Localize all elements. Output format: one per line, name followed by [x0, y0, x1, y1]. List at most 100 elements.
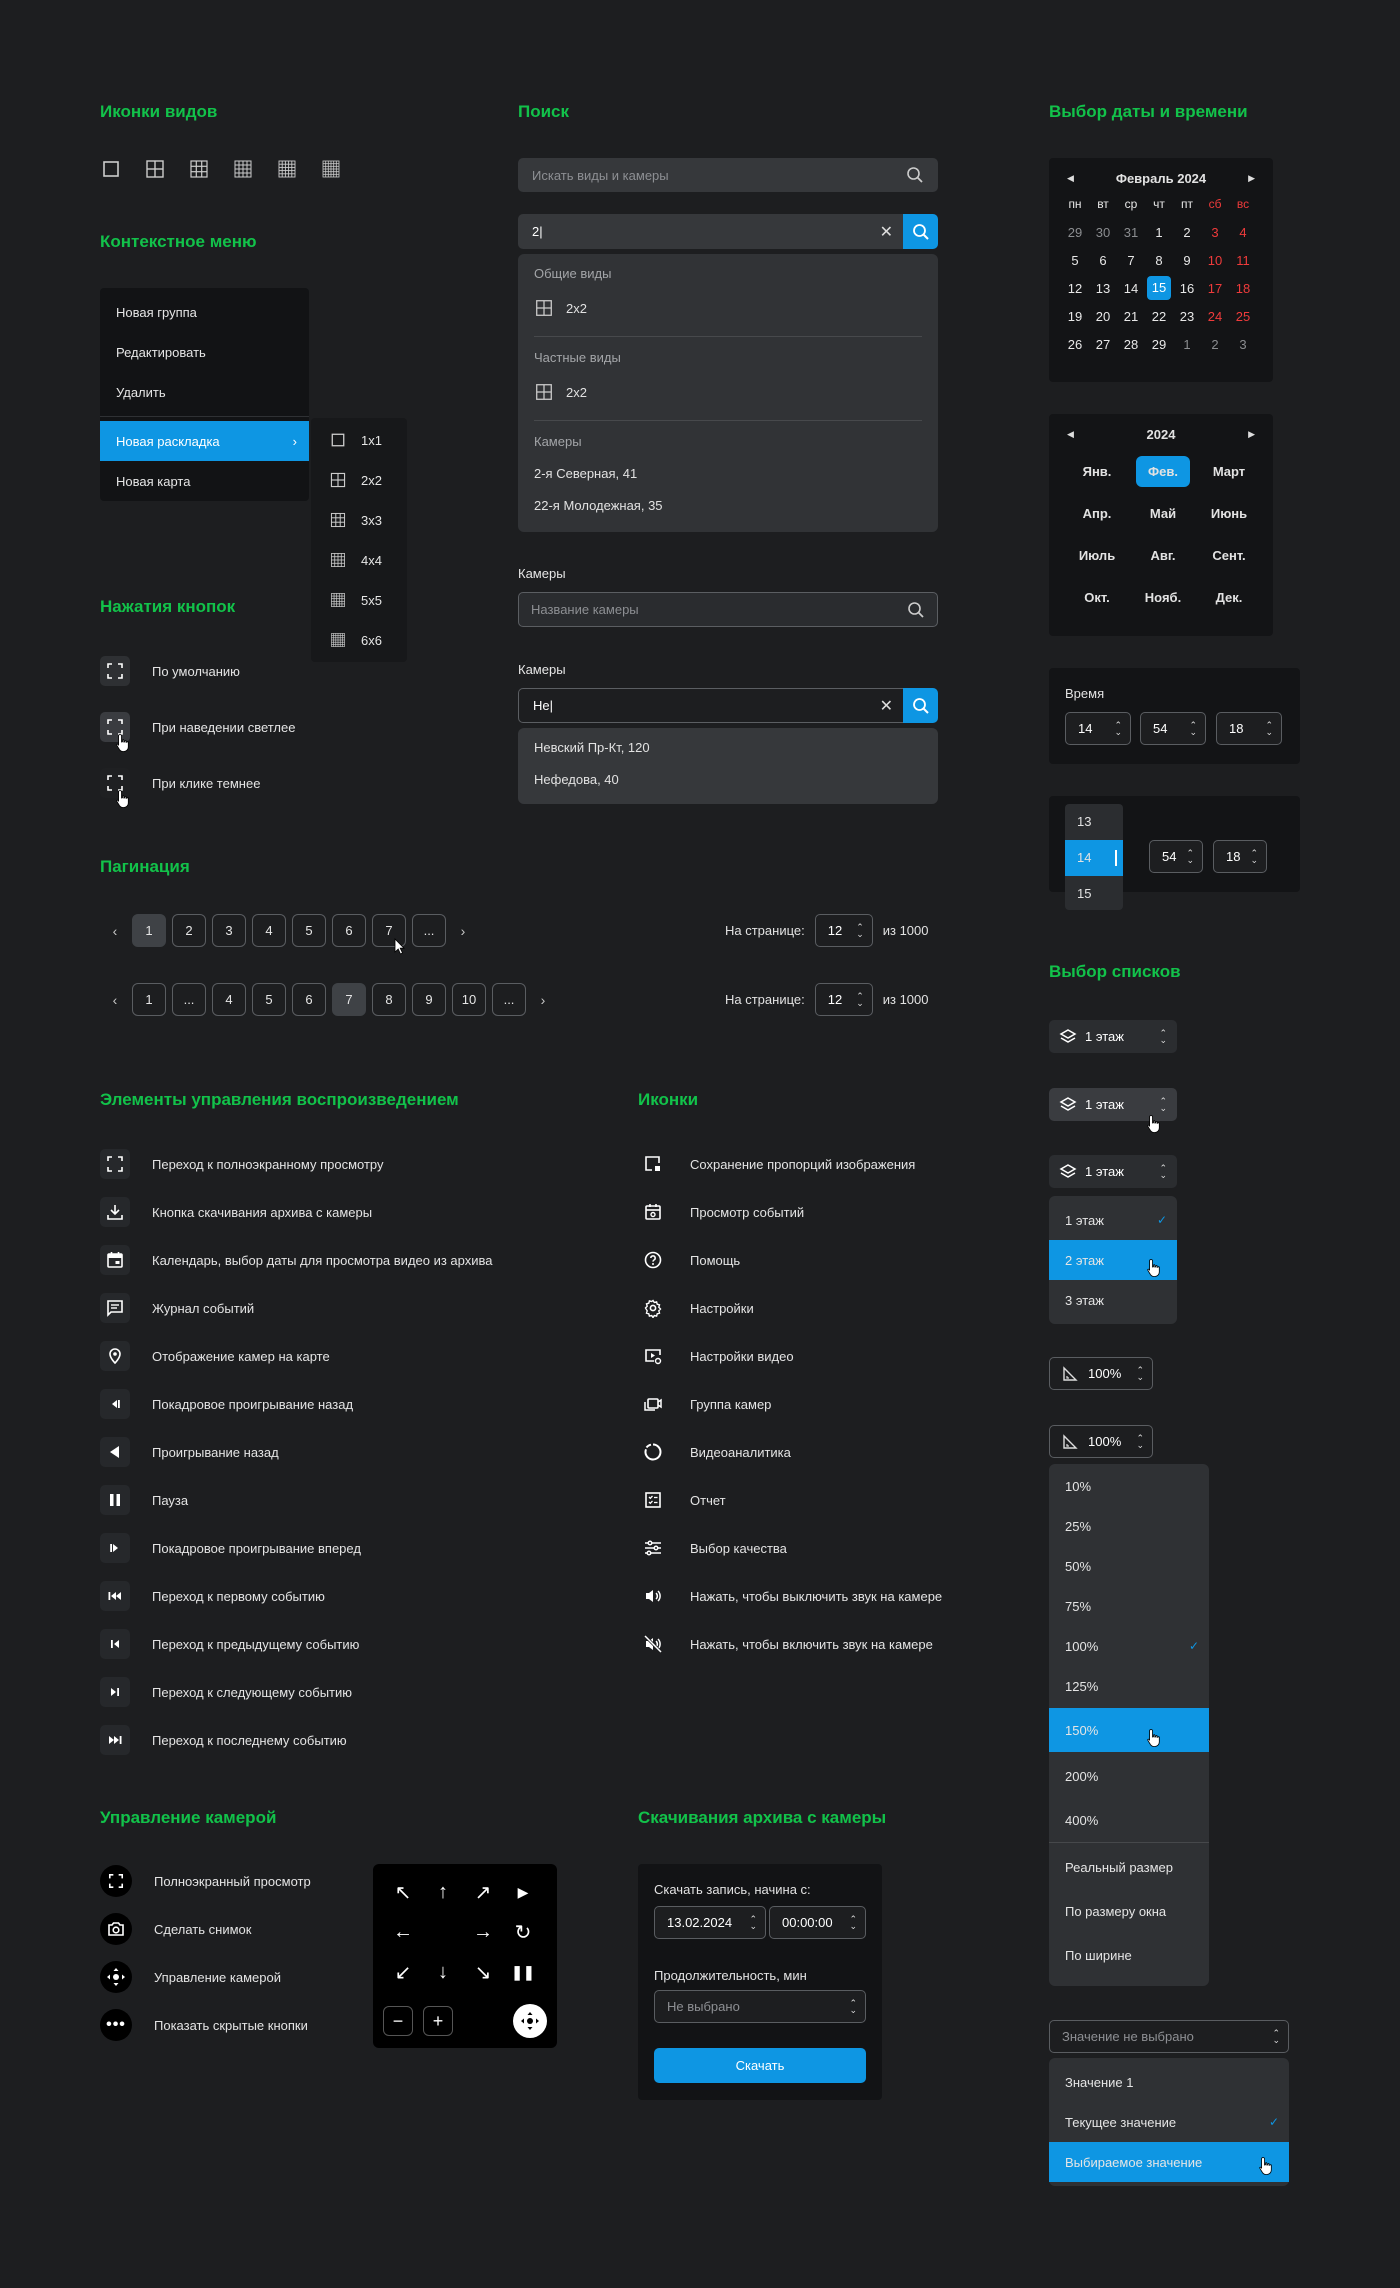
calendar-day[interactable]: 5 — [1061, 246, 1089, 274]
calendar-day[interactable]: 2 — [1173, 218, 1201, 246]
calendar-day[interactable]: 7 — [1117, 246, 1145, 274]
next-month-icon[interactable]: ▶ — [1248, 173, 1255, 184]
arrow-right-icon[interactable]: → — [465, 1914, 501, 1950]
menu-item-new-map[interactable]: Новая карта — [100, 461, 309, 501]
ptz-toggle-button[interactable] — [513, 2004, 547, 2038]
month-cell-selected[interactable]: Фев. — [1133, 450, 1193, 492]
arrow-left-icon[interactable]: ← — [385, 1914, 421, 1950]
video-settings-button[interactable] — [638, 1346, 668, 1366]
minutes-spinner[interactable]: 54 ⌃ ⌄ — [1149, 840, 1203, 873]
layout-5x5-icon[interactable] — [276, 158, 298, 180]
layout-6x6-icon[interactable] — [320, 158, 342, 180]
layout-3x3-icon[interactable] — [188, 158, 210, 180]
calendar-day[interactable]: 11 — [1229, 246, 1257, 274]
unmute-button[interactable] — [638, 1634, 668, 1654]
hours-option[interactable]: 13 — [1065, 804, 1123, 840]
calendar-day[interactable]: 12 — [1061, 274, 1089, 302]
arrow-up-icon[interactable]: ↑ — [425, 1874, 461, 1910]
calendar-day[interactable]: 31 — [1117, 218, 1145, 246]
floor-option[interactable]: 1 этаж ✓ — [1049, 1200, 1177, 1240]
analytics-button[interactable] — [638, 1442, 668, 1462]
calendar-day[interactable]: 8 — [1145, 246, 1173, 274]
submenu-item-4x4[interactable]: 4x4 — [311, 540, 407, 580]
zoom-select-open[interactable]: 100% ⌃ ⌄ — [1049, 1425, 1153, 1458]
camera-name-input[interactable]: Название камеры — [518, 592, 938, 627]
download-button[interactable] — [100, 1197, 130, 1227]
layout-1x1-icon[interactable] — [100, 158, 122, 180]
floor-select[interactable]: 1 этаж ⌃ ⌄ — [1049, 1020, 1177, 1053]
month-cell[interactable]: Сент. — [1199, 534, 1259, 576]
calendar-day[interactable]: 21 — [1117, 302, 1145, 330]
page-ellipsis[interactable]: ... — [412, 914, 446, 947]
month-cell[interactable]: Июнь — [1199, 492, 1259, 534]
page-ellipsis[interactable]: ... — [492, 983, 526, 1016]
arrow-down-left-icon[interactable]: ↙ — [385, 1954, 421, 1990]
first-event-button[interactable] — [100, 1581, 130, 1611]
mute-button[interactable] — [638, 1586, 668, 1606]
prev-page-icon[interactable]: ‹ — [104, 914, 126, 947]
calendar-day[interactable]: 30 — [1089, 218, 1117, 246]
submenu-item-6x6[interactable]: 6x6 — [311, 620, 407, 660]
zoom-in-icon[interactable]: + — [423, 2006, 453, 2036]
calendar-day-selected[interactable]: 15 — [1145, 274, 1173, 302]
menu-item-new-layout[interactable]: Новая раскладка › — [100, 421, 309, 461]
calendar-day[interactable]: 1 — [1173, 330, 1201, 358]
camera-group-button[interactable] — [638, 1394, 668, 1414]
calendar-day[interactable]: 10 — [1201, 246, 1229, 274]
page-button[interactable]: 5 — [292, 914, 326, 947]
camera-result[interactable]: Невский Пр-Кт, 120 — [534, 740, 650, 755]
archive-duration-select[interactable]: Не выбрано ⌃ ⌄ — [654, 1990, 866, 2023]
quality-button[interactable] — [638, 1538, 668, 1558]
page-button[interactable]: 4 — [252, 914, 286, 947]
calendar-day[interactable]: 25 — [1229, 302, 1257, 330]
submenu-item-3x3[interactable]: 3x3 — [311, 500, 407, 540]
calendar-day[interactable]: 17 — [1201, 274, 1229, 302]
zoom-option[interactable]: 50% — [1049, 1546, 1209, 1586]
events-button[interactable] — [638, 1202, 668, 1222]
last-event-button[interactable] — [100, 1725, 130, 1755]
refresh-icon[interactable]: ↻ — [505, 1914, 541, 1950]
map-button[interactable] — [100, 1341, 130, 1371]
settings-button[interactable] — [638, 1298, 668, 1318]
calendar-day[interactable]: 9 — [1173, 246, 1201, 274]
page-button[interactable]: 4 — [212, 983, 246, 1016]
zoom-option[interactable]: 400% — [1049, 1798, 1209, 1842]
per-page-spinner[interactable]: 12 ⌃ ⌄ — [814, 914, 873, 947]
submenu-item-1x1[interactable]: 1x1 — [311, 420, 407, 460]
page-ellipsis[interactable]: ... — [172, 983, 206, 1016]
pause-icon[interactable]: ❚❚ — [505, 1954, 541, 1990]
fullscreen-round-button[interactable] — [100, 1865, 132, 1897]
page-button[interactable]: 9 — [412, 983, 446, 1016]
play-icon[interactable]: ▶ — [505, 1874, 541, 1910]
page-button[interactable]: 10 — [452, 983, 486, 1016]
next-year-icon[interactable]: ▶ — [1248, 429, 1255, 440]
calendar-day[interactable]: 2 — [1201, 330, 1229, 358]
help-button[interactable] — [638, 1250, 668, 1270]
calendar-day[interactable]: 27 — [1089, 330, 1117, 358]
zoom-option[interactable]: 10% — [1049, 1466, 1209, 1506]
calendar-day[interactable]: 3 — [1201, 218, 1229, 246]
month-cell[interactable]: Апр. — [1067, 492, 1127, 534]
calendar-day[interactable]: 26 — [1061, 330, 1089, 358]
zoom-option[interactable]: 25% — [1049, 1506, 1209, 1546]
calendar-day[interactable]: 16 — [1173, 274, 1201, 302]
archive-date-input[interactable]: 13.02.2024 ⌃ ⌄ — [654, 1906, 766, 1939]
aspect-ratio-button[interactable] — [638, 1154, 668, 1174]
play-backward-button[interactable] — [100, 1437, 130, 1467]
prev-event-button[interactable] — [100, 1629, 130, 1659]
calendar-day[interactable]: 4 — [1229, 218, 1257, 246]
layout-4x4-icon[interactable] — [232, 158, 254, 180]
search-input-active[interactable]: 2| ✕ — [518, 214, 903, 249]
fullscreen-button[interactable] — [100, 1149, 130, 1179]
minutes-spinner[interactable]: 54 ⌃ ⌄ — [1140, 712, 1206, 745]
zoom-option[interactable]: 75% — [1049, 1586, 1209, 1626]
month-cell[interactable]: Окт. — [1067, 576, 1127, 618]
page-button[interactable]: 2 — [172, 914, 206, 947]
value-select[interactable]: Значение не выбрано ⌃ ⌄ — [1049, 2020, 1289, 2053]
zoom-option[interactable]: По ширине — [1049, 1933, 1209, 1977]
zoom-option[interactable]: По размеру окна — [1049, 1889, 1209, 1933]
frame-forward-button[interactable] — [100, 1533, 130, 1563]
arrow-up-left-icon[interactable]: ↖ — [385, 1874, 421, 1910]
calendar-day[interactable]: 18 — [1229, 274, 1257, 302]
hours-option-selected[interactable]: 14 — [1065, 840, 1123, 876]
